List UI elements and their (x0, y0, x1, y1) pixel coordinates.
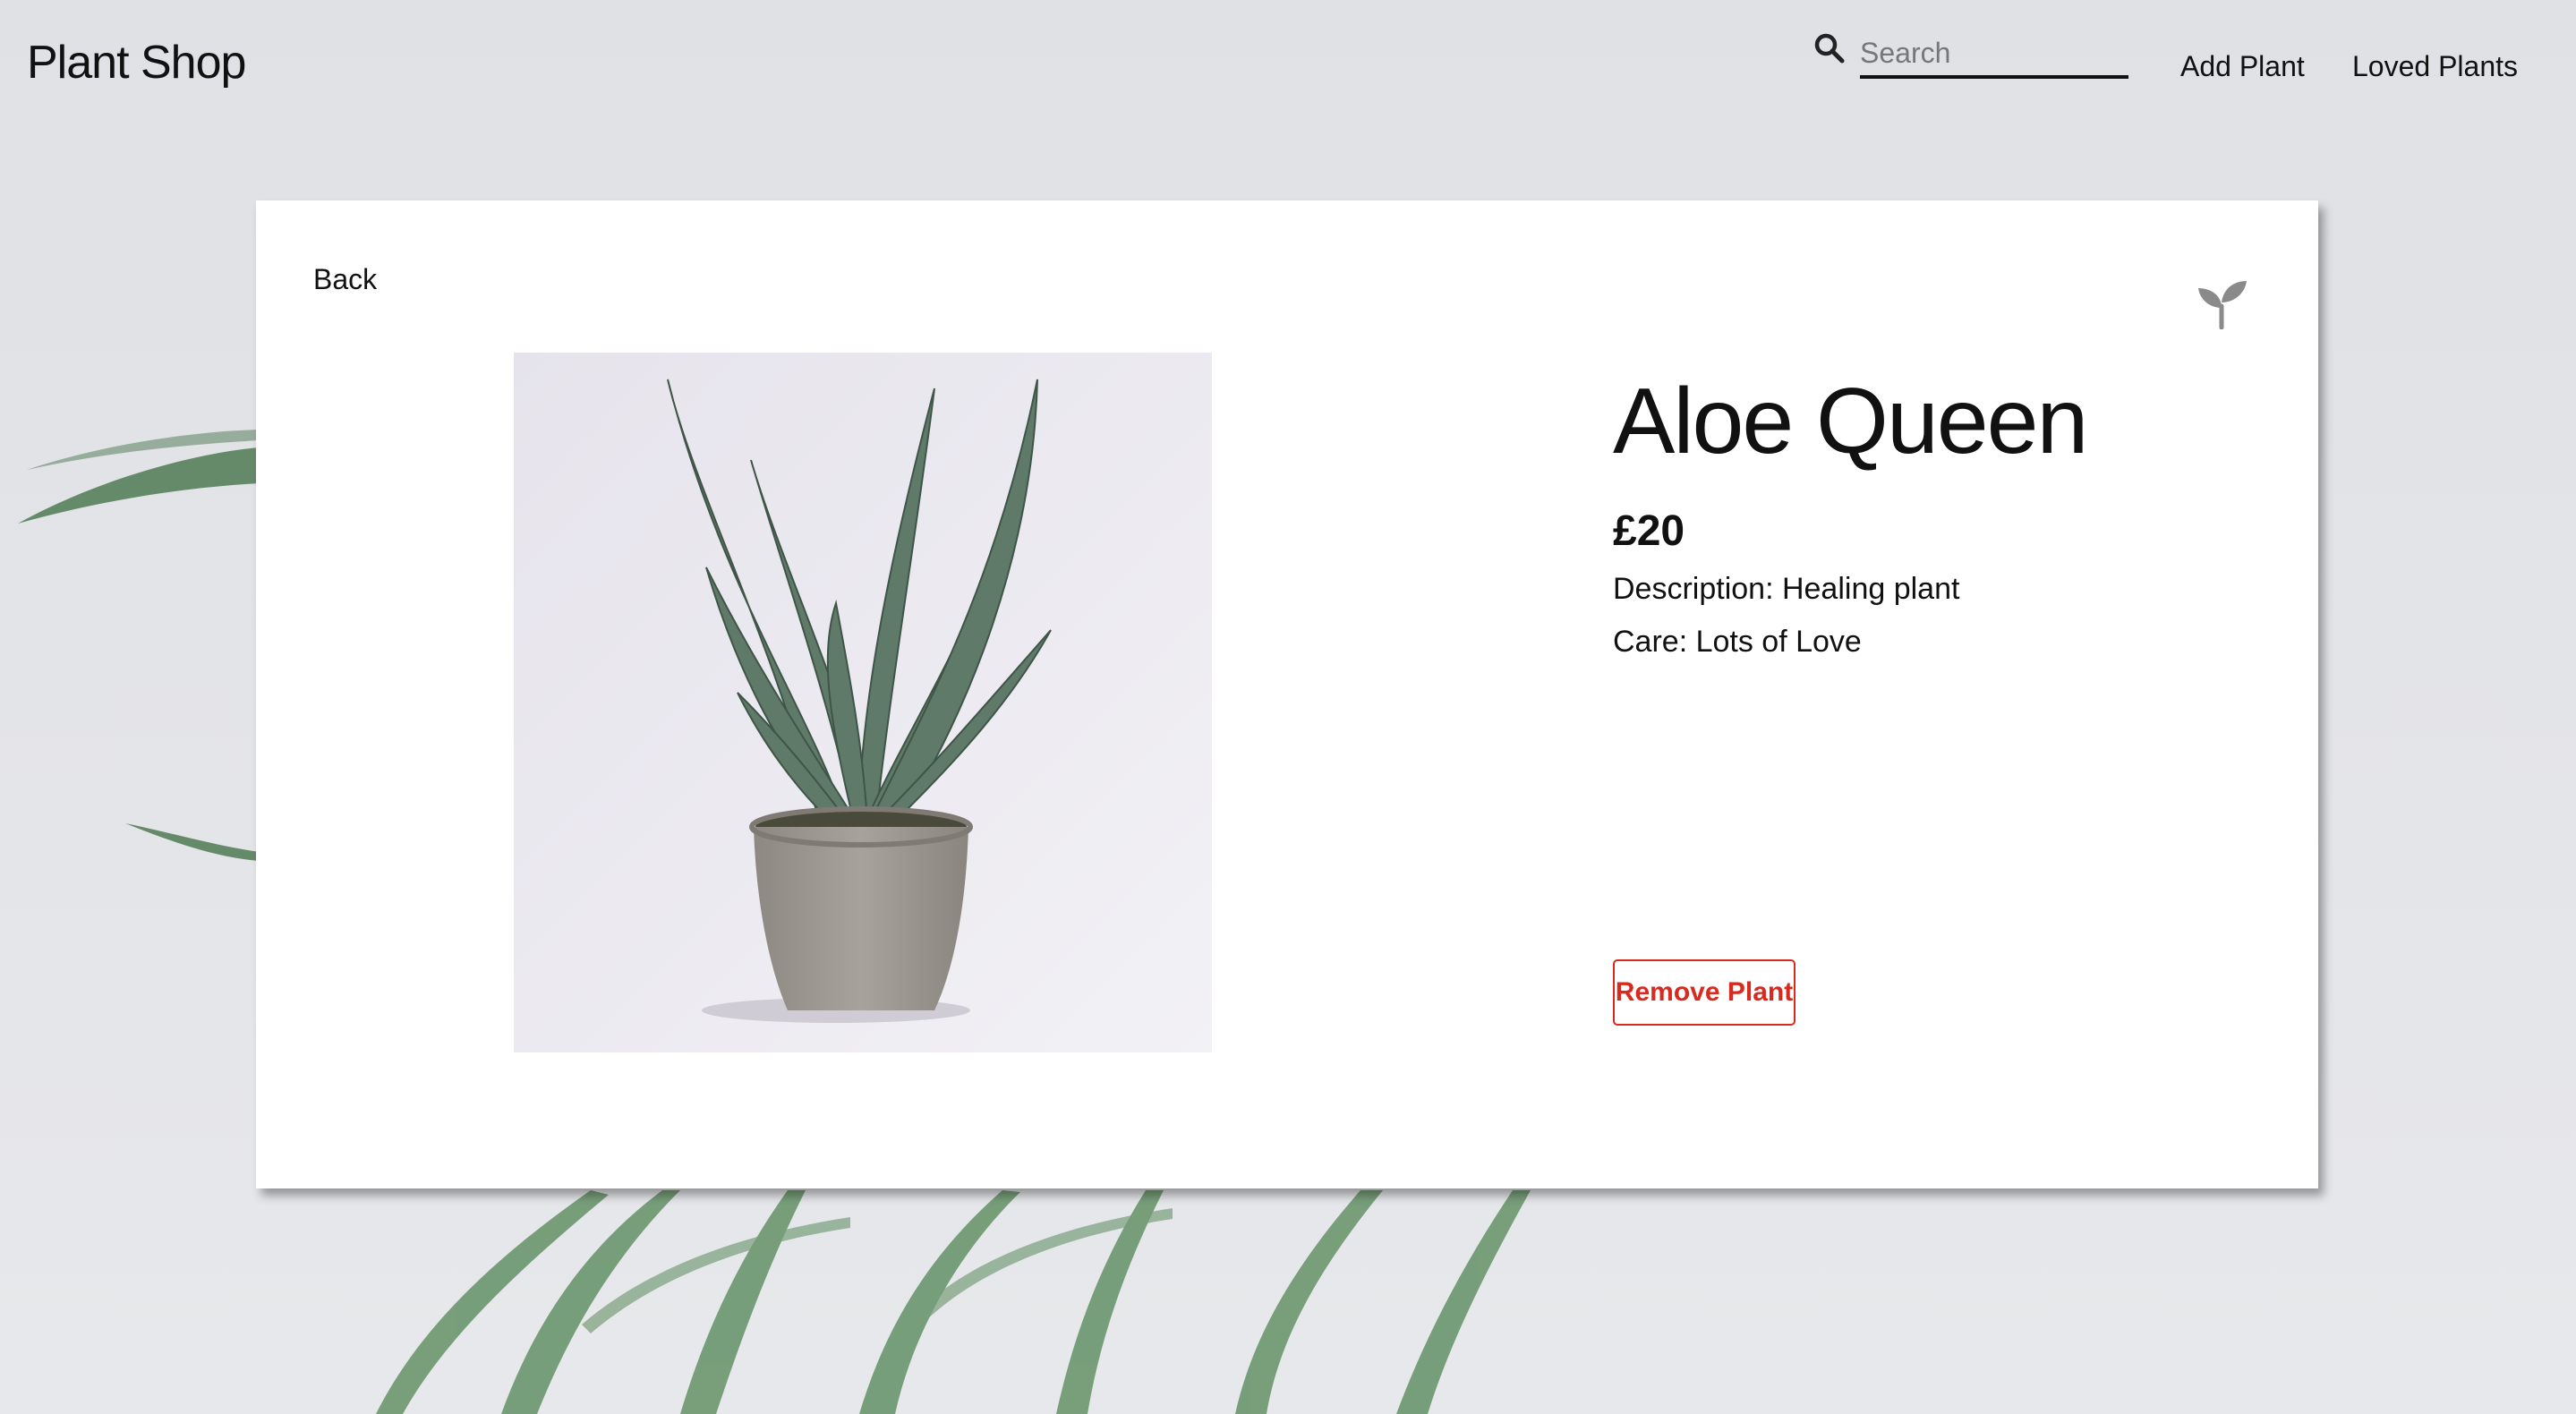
aloe-plant-illustration (514, 353, 1212, 1052)
top-navbar: Plant Shop Add Plant Loved Plants (0, 0, 2576, 134)
sprout-icon[interactable] (2195, 276, 2248, 329)
remove-plant-button[interactable]: Remove Plant (1613, 959, 1796, 1026)
plant-image (514, 353, 1212, 1052)
search-input[interactable] (1860, 30, 2128, 79)
plant-care: Care: Lots of Love (1613, 625, 1862, 660)
search-bar (1813, 30, 2130, 82)
nav-loved-plants-link[interactable]: Loved Plants (2352, 50, 2518, 83)
back-link[interactable]: Back (313, 263, 377, 296)
brand-logo[interactable]: Plant Shop (27, 36, 246, 89)
nav-add-plant-link[interactable]: Add Plant (2180, 50, 2305, 83)
plant-detail-card: Back Aloe Queen £20 Description: Healing… (256, 200, 2318, 1188)
search-icon[interactable] (1813, 32, 1846, 64)
plant-name: Aloe Queen (1613, 370, 2088, 473)
plant-description: Description: Healing plant (1613, 572, 1960, 607)
plant-details: Aloe Queen £20 Description: Healing plan… (1613, 371, 2257, 660)
plant-price: £20 (1613, 507, 1685, 556)
